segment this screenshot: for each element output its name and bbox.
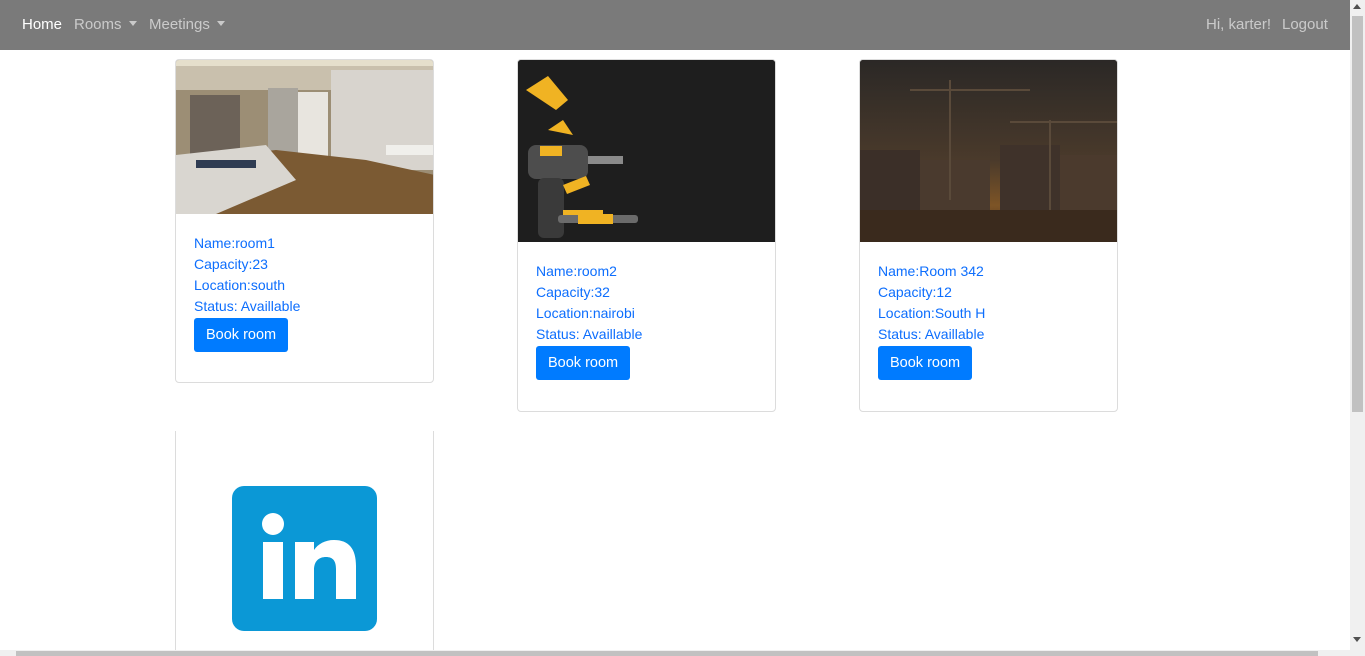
scroll-down-arrow-icon[interactable]	[1353, 637, 1361, 642]
room-name: Name:room1	[194, 235, 275, 251]
top-navbar: Home Rooms Meetings Hi, karter! Logout	[0, 0, 1350, 50]
room-card: Name:room2 Capacity:32 Location:nairobi …	[517, 59, 776, 412]
room-capacity: Capacity:32	[536, 284, 610, 300]
nav-meetings-label: Meetings	[149, 16, 210, 33]
room-location: Location:nairobi	[536, 305, 635, 321]
nav-rooms-label: Rooms	[74, 16, 122, 33]
room-card	[175, 431, 434, 656]
chevron-down-icon	[128, 21, 137, 26]
room-status: Status: Availlable	[878, 326, 985, 342]
book-room-button[interactable]: Book room	[194, 318, 289, 352]
horizontal-scrollbar-thumb[interactable]	[16, 651, 1318, 656]
nav-rooms-dropdown[interactable]: Rooms	[74, 16, 137, 34]
room-name: Name:room2	[536, 263, 617, 279]
room-name: Name:Room 342	[878, 263, 984, 279]
nav-home-link[interactable]: Home	[22, 16, 62, 34]
user-greeting-link[interactable]: Hi, karter!	[1206, 16, 1271, 34]
horizontal-scrollbar[interactable]	[0, 650, 1350, 656]
room-card: Name:room1 Capacity:23 Location:south St…	[175, 59, 434, 383]
tools-photo	[518, 60, 775, 242]
vertical-scrollbar-thumb[interactable]	[1352, 16, 1363, 412]
book-room-button[interactable]: Book room	[878, 346, 973, 380]
chevron-down-icon	[216, 21, 225, 26]
room-location: Location:South H	[878, 305, 986, 321]
book-room-button[interactable]: Book room	[536, 346, 631, 380]
room-capacity: Capacity:23	[194, 256, 268, 272]
room-location: Location:south	[194, 277, 286, 293]
vertical-scrollbar[interactable]	[1350, 0, 1365, 656]
room-photo	[176, 60, 433, 214]
construction-photo	[860, 60, 1117, 242]
room-status: Status: Availlable	[194, 298, 301, 314]
room-card: Name:Room 342 Capacity:12 Location:South…	[859, 59, 1118, 412]
room-status: Status: Availlable	[536, 326, 643, 342]
scroll-up-arrow-icon[interactable]	[1353, 4, 1361, 9]
linkedin-logo	[232, 486, 377, 631]
logout-link[interactable]: Logout	[1282, 16, 1328, 34]
room-capacity: Capacity:12	[878, 284, 952, 300]
nav-meetings-dropdown[interactable]: Meetings	[149, 16, 225, 34]
